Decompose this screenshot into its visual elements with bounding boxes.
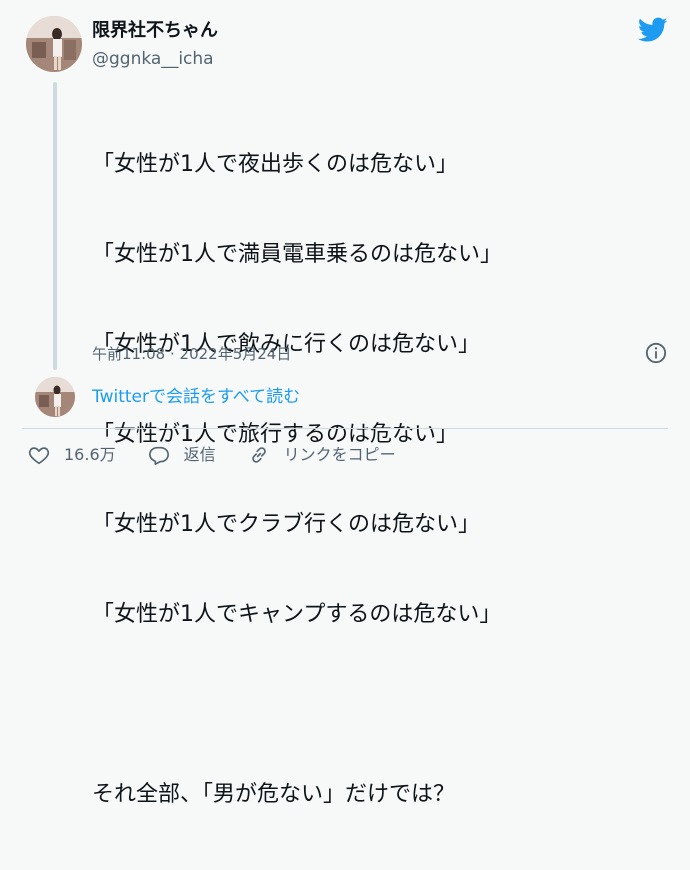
embedded-tweet: 限界社不ちゃん @ggnka__icha 「女性が1人で夜出歩くのは危ない」 「… (0, 0, 690, 807)
author-block[interactable]: 限界社不ちゃん @ggnka__icha (92, 20, 218, 70)
author-handle[interactable]: @ggnka__icha (92, 48, 218, 70)
author-avatar[interactable] (26, 16, 82, 72)
tweet-timestamp[interactable]: 午前11:08 · 2022年5月24日 (92, 344, 291, 364)
like-count: 16.6万 (64, 445, 116, 464)
tweet-closing-line: それ全部、「男が危ない」だけでは？ (92, 782, 456, 807)
tweet-line: 「女性が1人でクラブ行くのは危ない」 (92, 512, 480, 537)
like-button[interactable]: 16.6万 (28, 444, 116, 466)
tweet-line: 「女性が1人で満員電車乗るのは危ない」 (92, 242, 502, 267)
divider (22, 428, 668, 429)
tweet-line: 「女性が1人でキャンプするのは危ない」 (92, 602, 502, 627)
reply-label: 返信 (183, 445, 216, 464)
copy-link-label: リンクをコピー (283, 445, 396, 464)
tweet-text: 「女性が1人で夜出歩くのは危ない」 「女性が1人で満員電車乗るのは危ない」 「女… (92, 90, 502, 870)
info-icon[interactable] (645, 342, 667, 364)
heart-icon (28, 447, 50, 465)
thread-connector (53, 82, 57, 370)
copy-link-button[interactable]: リンクをコピー (248, 444, 396, 466)
speech-bubble-icon (148, 446, 169, 465)
action-bar: 16.6万 返信 リンクをコピー (28, 442, 428, 468)
read-conversation-link[interactable]: Twitterで会話をすべて読む (92, 386, 300, 408)
reply-avatar[interactable] (35, 377, 75, 417)
author-name[interactable]: 限界社不ちゃん (92, 20, 218, 42)
twitter-bird-icon[interactable] (638, 17, 668, 43)
tweet-line: 「女性が1人で夜出歩くのは危ない」 (92, 152, 458, 177)
reply-button[interactable]: 返信 (148, 444, 216, 466)
link-icon (251, 447, 266, 463)
